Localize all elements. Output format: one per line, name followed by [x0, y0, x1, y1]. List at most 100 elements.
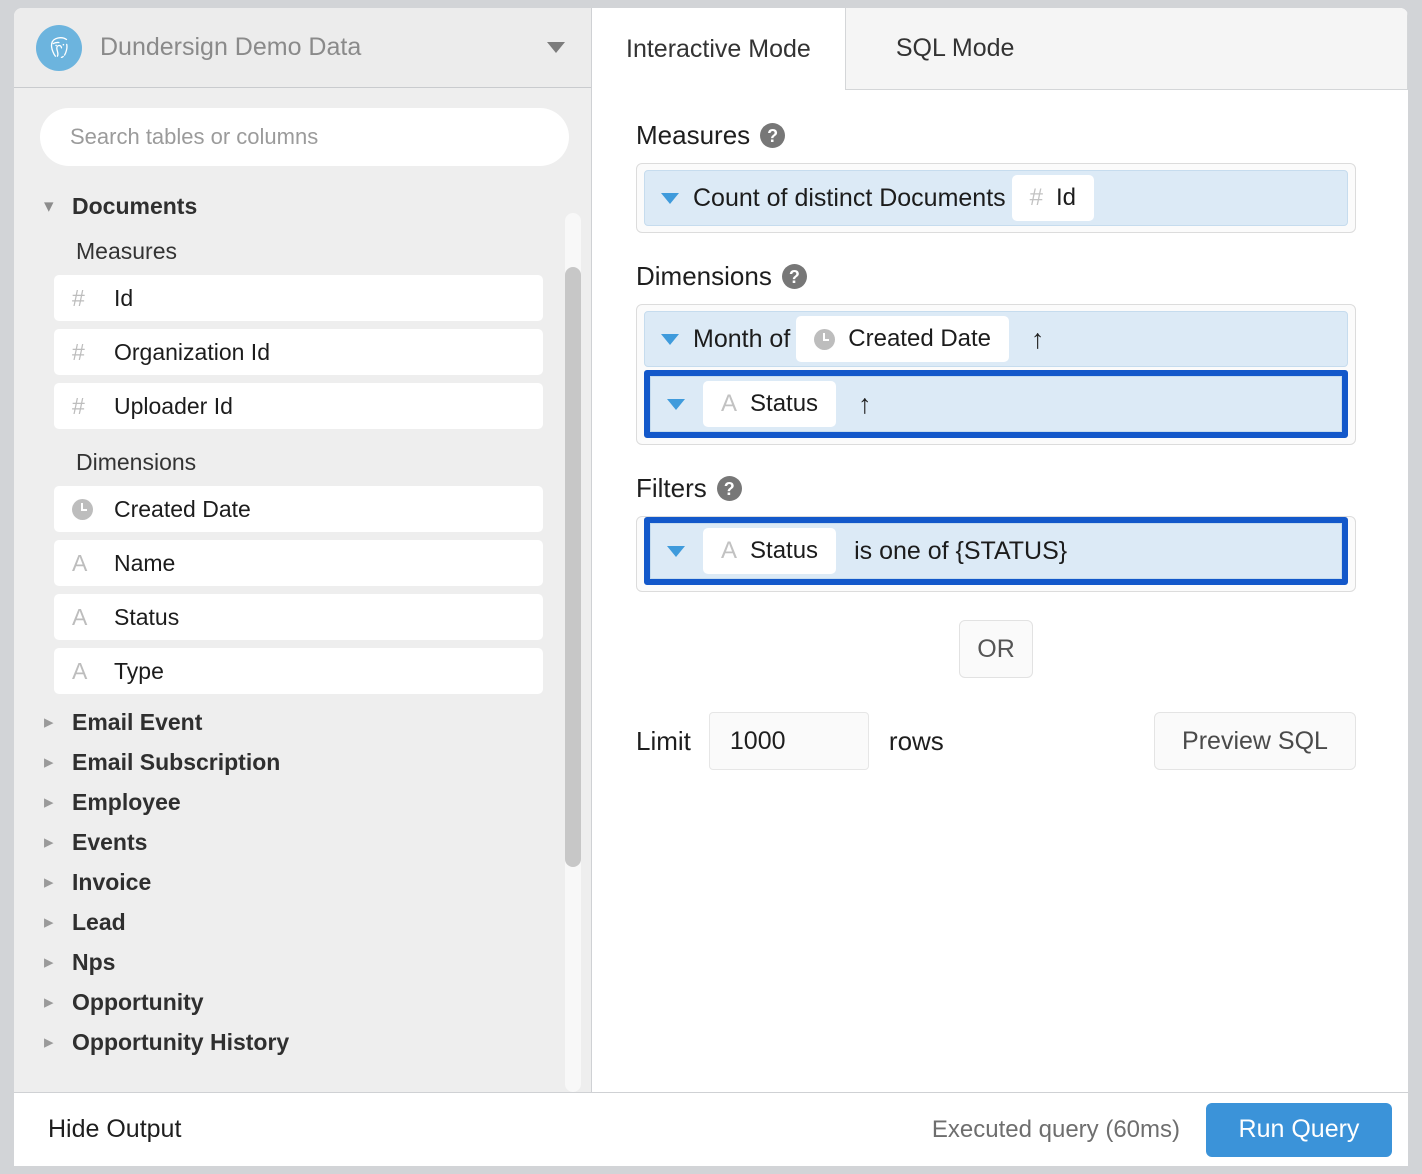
search-container: [14, 88, 591, 180]
caret-down-icon[interactable]: [661, 192, 679, 204]
tree-table-item[interactable]: ▸ Invoice: [36, 862, 543, 902]
text-icon: A: [721, 390, 738, 417]
tree-table-documents[interactable]: ▾ Documents: [36, 186, 543, 226]
tree-table-label: Invoice: [72, 868, 152, 895]
chevron-right-icon[interactable]: ▸: [44, 873, 66, 892]
tree-table-label: Documents: [72, 192, 198, 219]
tree-field-item[interactable]: # Organization Id: [54, 329, 543, 375]
tree-table-label: Email Event: [72, 708, 203, 735]
tree-table-label: Employee: [72, 788, 181, 815]
tree-field-item[interactable]: A Name: [54, 540, 543, 586]
dimension-field-label: Status: [750, 390, 819, 417]
hash-icon: #: [1029, 184, 1044, 211]
chevron-right-icon[interactable]: ▸: [44, 793, 66, 812]
help-icon[interactable]: ?: [781, 264, 807, 289]
rows-label: rows: [888, 725, 944, 756]
tree-field-item[interactable]: # Uploader Id: [54, 383, 543, 429]
tree-table-item[interactable]: ▸ Opportunity: [36, 982, 543, 1022]
tree-table-item[interactable]: ▸ Events: [36, 822, 543, 862]
measures-drop-zone[interactable]: Count of distinct Documents # Id: [636, 163, 1356, 233]
caret-down-icon[interactable]: [667, 545, 685, 557]
chevron-right-icon[interactable]: ▸: [44, 953, 66, 972]
text-icon: A: [72, 549, 88, 576]
dimensions-section-title: Dimensions ?: [636, 261, 1356, 292]
mode-tabs: Interactive Mode SQL Mode: [592, 8, 1408, 90]
tree-table-item[interactable]: ▸ Lead: [36, 902, 543, 942]
tree-field-item[interactable]: A Status: [54, 594, 543, 640]
chevron-right-icon[interactable]: ▸: [44, 1033, 66, 1052]
filters-drop-zone[interactable]: A Status is one of {STATUS}: [636, 516, 1356, 592]
hash-icon: #: [72, 392, 85, 419]
tab-sql-mode-label: SQL Mode: [895, 33, 1015, 62]
measure-field-chip[interactable]: # Id: [1011, 175, 1095, 221]
tree-table-item[interactable]: ▸ Nps: [36, 942, 543, 982]
filter-row[interactable]: A Status is one of {STATUS}: [650, 523, 1342, 579]
tree-table-item[interactable]: ▸ Employee: [36, 782, 543, 822]
tree-field-label: Uploader Id: [114, 392, 233, 419]
tree-table-item[interactable]: ▸ Email Subscription: [36, 742, 543, 782]
filters-label: Filters: [636, 473, 707, 503]
caret-down-icon[interactable]: [667, 398, 685, 410]
filter-row-selected-highlight: A Status is one of {STATUS}: [644, 517, 1348, 585]
clock-icon: [72, 498, 102, 520]
hash-icon: #: [72, 338, 85, 365]
tree-field-item[interactable]: # Id: [54, 275, 543, 321]
dimension-row[interactable]: Month of Created Date ↑: [644, 311, 1348, 367]
help-icon[interactable]: ?: [760, 123, 786, 148]
filter-field-label: Status: [750, 537, 819, 564]
tree-field-item[interactable]: Created Date: [54, 486, 543, 532]
tree-table-label: Email Subscription: [72, 748, 281, 775]
footer-bar: Hide Output Executed query (60ms) Run Qu…: [14, 1092, 1408, 1166]
tree-field-label: Id: [114, 284, 134, 311]
tab-interactive-mode[interactable]: Interactive Mode: [592, 8, 846, 90]
dimension-field-chip[interactable]: A Status: [703, 381, 837, 427]
measure-field-label: Id: [1056, 184, 1077, 211]
hash-icon: #: [72, 284, 85, 311]
run-query-button[interactable]: Run Query: [1206, 1102, 1392, 1157]
database-name: Dundersign Demo Data: [100, 33, 362, 61]
tree-field-label: Name: [114, 549, 176, 576]
tree-field-label: Created Date: [114, 495, 251, 522]
dimensions-drop-zone[interactable]: Month of Created Date ↑ A Status ↑: [636, 304, 1356, 445]
tab-sql-mode[interactable]: SQL Mode: [845, 8, 1408, 89]
limit-label: Limit: [636, 725, 691, 756]
chevron-right-icon[interactable]: ▸: [44, 713, 66, 732]
filter-field-chip[interactable]: A Status: [703, 528, 837, 574]
help-icon[interactable]: ?: [716, 476, 742, 501]
tree-table-label: Events: [72, 828, 148, 855]
chevron-right-icon[interactable]: ▸: [44, 753, 66, 772]
limit-row: Limit rows Preview SQL: [636, 712, 1356, 770]
or-button[interactable]: OR: [959, 620, 1033, 678]
filters-section-title: Filters ?: [636, 473, 1356, 504]
tree-field-item[interactable]: A Type: [54, 648, 543, 694]
sidebar-scrollbar-thumb[interactable]: [565, 267, 581, 867]
or-button-container: OR: [636, 620, 1356, 678]
tree-table-item[interactable]: ▸ Email Event: [36, 702, 543, 742]
tab-interactive-mode-label: Interactive Mode: [626, 34, 811, 63]
chevron-right-icon[interactable]: ▸: [44, 913, 66, 932]
preview-sql-button[interactable]: Preview SQL: [1154, 712, 1356, 770]
caret-down-icon[interactable]: [661, 333, 679, 345]
chevron-right-icon[interactable]: ▸: [44, 993, 66, 1012]
limit-input[interactable]: [708, 712, 869, 770]
text-icon: A: [721, 537, 738, 564]
schema-tree: ▾ Documents Measures # Id # Organization Id # Up…: [14, 180, 591, 1092]
query-panel: Interactive Mode SQL Mode Measures ? Cou…: [592, 8, 1408, 1092]
tree-table-item[interactable]: ▸ Opportunity History: [36, 1022, 543, 1062]
sort-ascending-icon[interactable]: ↑: [858, 390, 872, 418]
chevron-down-icon[interactable]: [547, 42, 565, 53]
workbench: Dundersign Demo Data ▾ Documents Measures #…: [14, 8, 1408, 1092]
chevron-down-icon[interactable]: ▾: [44, 197, 66, 216]
chevron-right-icon[interactable]: ▸: [44, 833, 66, 852]
measure-row[interactable]: Count of distinct Documents # Id: [644, 170, 1348, 226]
dimension-row-selected-highlight: A Status ↑: [644, 370, 1348, 438]
text-icon: A: [72, 657, 88, 684]
tree-table-label: Opportunity History: [72, 1028, 290, 1055]
hide-output-button[interactable]: Hide Output: [48, 1115, 181, 1144]
database-selector[interactable]: Dundersign Demo Data: [14, 8, 591, 88]
dimension-row[interactable]: A Status ↑: [650, 376, 1342, 432]
sort-ascending-icon[interactable]: ↑: [1031, 325, 1045, 353]
filter-expression[interactable]: is one of {STATUS}: [854, 537, 1067, 566]
dimension-field-chip[interactable]: Created Date: [796, 316, 1010, 362]
search-input[interactable]: [40, 108, 569, 166]
